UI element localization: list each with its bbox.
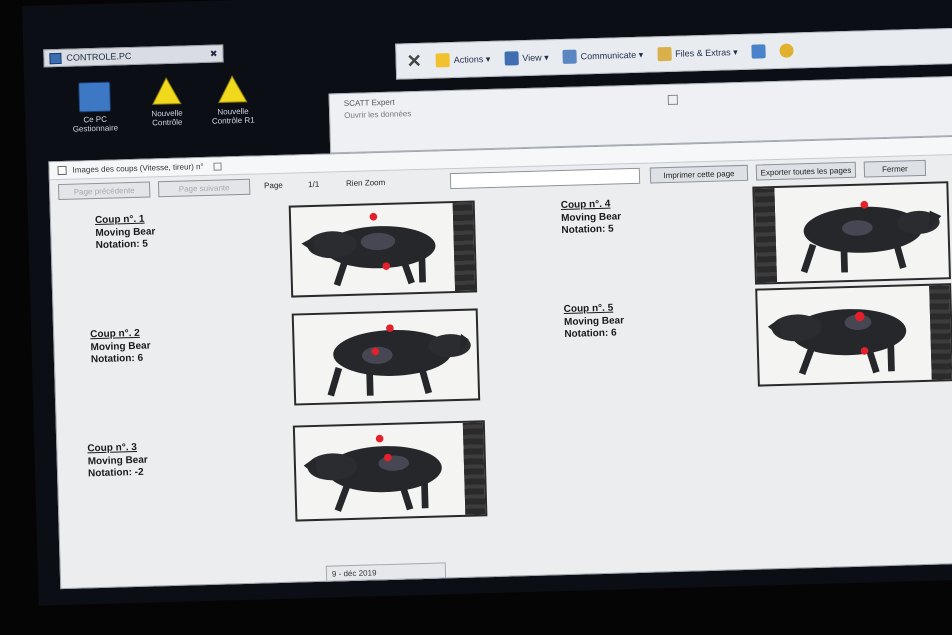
window-icon — [49, 52, 62, 64]
command-toolbar: ✕ Actions ▾ View ▾ Communicate ▾ Files &… — [395, 28, 952, 80]
close-icon[interactable]: ✕ — [406, 50, 422, 71]
actions-menu[interactable]: Actions ▾ — [435, 52, 491, 68]
close-icon[interactable] — [213, 161, 222, 171]
export-pages-button[interactable]: Exporter toutes les pages — [755, 161, 857, 181]
boar-target — [767, 309, 907, 375]
communicate-menu-label: Communicate ▾ — [580, 49, 644, 61]
dialog-title: Images des coups (Vitesse, tireur) n° — [72, 161, 204, 175]
shot-info-3: Coup n°. 3 Moving Bear Notation: -2 — [87, 442, 148, 481]
lightning-icon — [435, 53, 450, 68]
view-menu[interactable]: View ▾ — [504, 50, 549, 66]
shot-info-2: Coup n°. 2 Moving Bear Notation: 6 — [90, 328, 151, 367]
monitor-icon — [504, 51, 519, 66]
desktop-icon-label: Nouvelle Contrôle R1 — [211, 106, 255, 126]
shot-notation: Notation: 5 — [561, 223, 614, 237]
target-frame-stripe — [452, 202, 476, 292]
gear-icon — [779, 43, 794, 58]
boar-target — [301, 212, 436, 287]
zoom-label: Rien Zoom — [345, 177, 386, 189]
footer-date-bar: 9 - déc 2019 — [325, 562, 447, 582]
desktop-icon-control[interactable]: Nouvelle Contrôle — [134, 75, 199, 128]
help-icon — [751, 44, 766, 59]
communicate-menu[interactable]: Communicate ▾ — [562, 48, 643, 64]
warning-triangle-icon — [216, 74, 249, 105]
taskbar-tab-label: CONTROLE.PC — [66, 50, 132, 63]
desktop-icon-pc[interactable]: Ce PC Gestionnaire — [62, 81, 127, 134]
shot-notation: Notation: 5 — [95, 238, 149, 252]
close-icon[interactable] — [667, 94, 679, 106]
shot-notation: Notation: 6 — [564, 327, 617, 340]
app-icon — [57, 165, 67, 176]
files-menu[interactable]: Files & Extras ▾ — [656, 45, 738, 62]
folder-icon — [656, 46, 672, 62]
page-number: 1/1 — [307, 179, 320, 190]
previous-page-button[interactable]: Page précédente — [57, 181, 151, 201]
print-page-button[interactable]: Imprimer cette page — [649, 164, 749, 184]
view-menu-label: View ▾ — [522, 51, 549, 63]
shot-images-dialog: Images des coups (Vitesse, tireur) n° Pa… — [48, 135, 952, 590]
boar-target — [327, 324, 471, 397]
chat-icon — [562, 49, 577, 64]
shot-notation: Notation: -2 — [87, 466, 144, 480]
desktop-icon-label: Ce PC Gestionnaire — [72, 114, 119, 134]
shot-notation: Notation: 6 — [90, 352, 144, 366]
target-image-1 — [288, 200, 478, 298]
target-image-5 — [755, 283, 952, 387]
target-image-2 — [291, 308, 481, 406]
boar-target — [303, 434, 442, 512]
target-frame-stripe — [754, 188, 778, 283]
next-page-button[interactable]: Page suivante — [157, 178, 251, 198]
actions-menu-label: Actions ▾ — [453, 53, 491, 65]
target-frame-stripe — [929, 285, 952, 380]
shot-info-4: Coup n°. 4 Moving Bear Notation: 5 — [561, 198, 622, 237]
desktop-icon-control-r1[interactable]: Nouvelle Contrôle R1 — [200, 73, 265, 126]
settings-button[interactable] — [779, 43, 794, 58]
close-button[interactable]: Fermer — [863, 159, 927, 178]
monitor-screen: CONTROLE.PC ✖ Ce PC Gestionnaire Nouvell… — [22, 0, 952, 606]
taskbar-tab[interactable]: CONTROLE.PC ✖ — [43, 44, 224, 68]
target-image-3 — [292, 420, 488, 522]
close-icon[interactable]: ✖ — [210, 48, 218, 59]
warning-triangle-icon — [150, 76, 183, 107]
files-menu-label: Files & Extras ▾ — [674, 46, 738, 59]
page-label: Page — [263, 180, 283, 191]
boar-target — [800, 200, 942, 274]
target-image-4 — [752, 181, 951, 285]
shot-info-5: Coup n°. 5 Moving Bear Notation: 6 — [564, 302, 625, 341]
desktop-icon-label: Nouvelle Contrôle — [151, 108, 183, 128]
target-frame-stripe — [462, 422, 486, 515]
computer-icon — [78, 81, 111, 113]
footer-date: 9 - déc 2019 — [331, 567, 377, 579]
zoom-field[interactable] — [449, 167, 641, 190]
help-button[interactable] — [751, 44, 766, 59]
shot-info-1: Coup n°. 1 Moving Bear Notation: 5 — [95, 213, 156, 252]
